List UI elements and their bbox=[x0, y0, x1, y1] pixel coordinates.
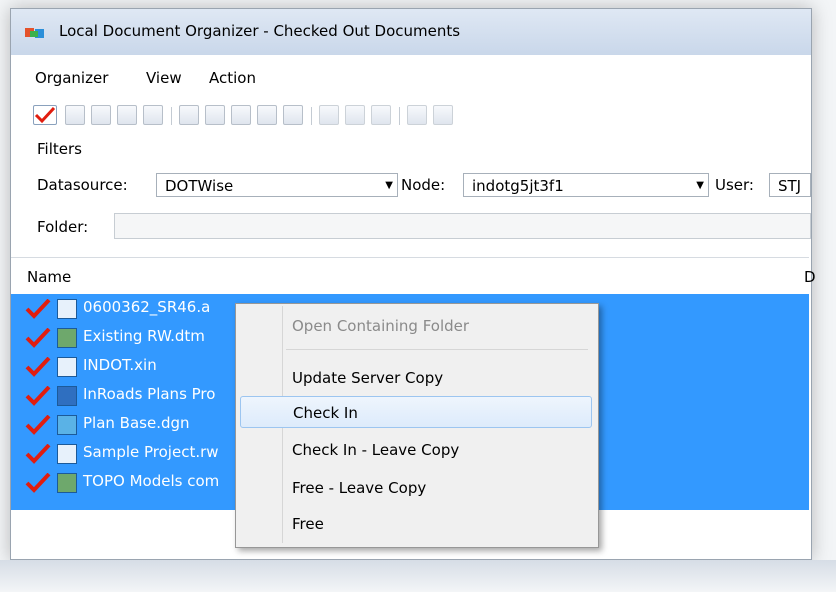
import-button[interactable] bbox=[433, 105, 453, 125]
chevron-down-icon: ▼ bbox=[696, 180, 704, 191]
free-button[interactable] bbox=[283, 105, 303, 125]
checked-out-icon bbox=[25, 473, 51, 493]
export-button[interactable] bbox=[407, 105, 427, 125]
sort-button[interactable] bbox=[117, 105, 137, 125]
file-name: TOPO Models com bbox=[83, 472, 220, 490]
xin-file-icon bbox=[57, 357, 77, 377]
datasource-select[interactable]: DOTWise ▼ bbox=[156, 173, 398, 197]
window-title: Local Document Organizer - Checked Out D… bbox=[59, 22, 461, 40]
node-value: indotg5jt3f1 bbox=[472, 177, 564, 195]
checked-out-icon bbox=[25, 386, 51, 406]
user-label: User: bbox=[715, 176, 754, 194]
open-containing-folder-item[interactable]: Open Containing Folder bbox=[240, 310, 592, 342]
node-select[interactable]: indotg5jt3f1 ▼ bbox=[463, 173, 709, 197]
word-file-icon bbox=[57, 386, 77, 406]
project-file-icon bbox=[57, 444, 77, 464]
column-header-name[interactable]: Name bbox=[27, 268, 71, 286]
check-in-button[interactable] bbox=[205, 105, 225, 125]
save-button[interactable] bbox=[91, 105, 111, 125]
app-icon bbox=[25, 28, 44, 38]
window-shadow bbox=[0, 560, 836, 592]
toolbar-separator bbox=[311, 107, 312, 125]
datasource-value: DOTWise bbox=[165, 177, 234, 195]
file-name: InRoads Plans Pro bbox=[83, 385, 216, 403]
toolbar-separator bbox=[171, 107, 172, 125]
open-document-button[interactable] bbox=[65, 105, 85, 125]
file-name: Plan Base.dgn bbox=[83, 414, 190, 432]
file-name: 0600362_SR46.a bbox=[83, 298, 211, 316]
checked-out-icon bbox=[25, 444, 51, 464]
file-name: Sample Project.rw bbox=[83, 443, 219, 461]
free-leave-copy-button[interactable] bbox=[257, 105, 277, 125]
toolbar-separator bbox=[399, 107, 400, 125]
check-in-item[interactable]: Check In bbox=[240, 396, 592, 428]
checked-out-icon bbox=[25, 415, 51, 435]
free-leave-copy-item[interactable]: Free - Leave Copy bbox=[240, 472, 592, 504]
menu-action[interactable]: Action bbox=[209, 69, 256, 87]
folder-label: Folder: bbox=[37, 218, 89, 236]
title-bar[interactable]: Local Document Organizer - Checked Out D… bbox=[11, 9, 811, 55]
file-name: Existing RW.dtm bbox=[83, 327, 205, 345]
menu-separator bbox=[286, 349, 588, 350]
compare-button[interactable] bbox=[371, 105, 391, 125]
server-copy-button[interactable] bbox=[179, 105, 199, 125]
free-item[interactable]: Free bbox=[240, 508, 592, 540]
checked-out-icon bbox=[25, 328, 51, 348]
node-label: Node: bbox=[401, 176, 446, 194]
checked-out-icon bbox=[25, 299, 51, 319]
check-in-leave-copy-button[interactable] bbox=[231, 105, 251, 125]
chevron-down-icon: ▼ bbox=[385, 180, 393, 191]
terrain-file-icon bbox=[57, 328, 77, 348]
checked-out-icon bbox=[25, 357, 51, 377]
user-select[interactable]: STJ bbox=[769, 173, 811, 197]
filters-label: Filters bbox=[37, 140, 82, 158]
dgn-file-icon bbox=[57, 415, 77, 435]
remove-check-button[interactable] bbox=[143, 105, 163, 125]
context-menu: Open Containing Folder Update Server Cop… bbox=[235, 303, 599, 548]
menu-organizer[interactable]: Organizer bbox=[35, 69, 108, 87]
copy-button[interactable] bbox=[345, 105, 365, 125]
toolbar bbox=[33, 101, 813, 131]
approve-button[interactable] bbox=[319, 105, 339, 125]
file-name: INDOT.xin bbox=[83, 356, 157, 374]
menu-view[interactable]: View bbox=[146, 69, 182, 87]
cogo-file-icon bbox=[57, 299, 77, 319]
column-header-d[interactable]: D bbox=[804, 268, 816, 286]
update-server-copy-item[interactable]: Update Server Copy bbox=[240, 362, 592, 394]
check-toolbar-button[interactable] bbox=[33, 105, 57, 125]
check-icon bbox=[34, 106, 56, 124]
user-value: STJ bbox=[778, 177, 802, 195]
terrain-file-icon bbox=[57, 473, 77, 493]
datasource-label: Datasource: bbox=[37, 176, 128, 194]
folder-field[interactable] bbox=[114, 213, 811, 239]
check-in-leave-copy-item[interactable]: Check In - Leave Copy bbox=[240, 434, 592, 466]
